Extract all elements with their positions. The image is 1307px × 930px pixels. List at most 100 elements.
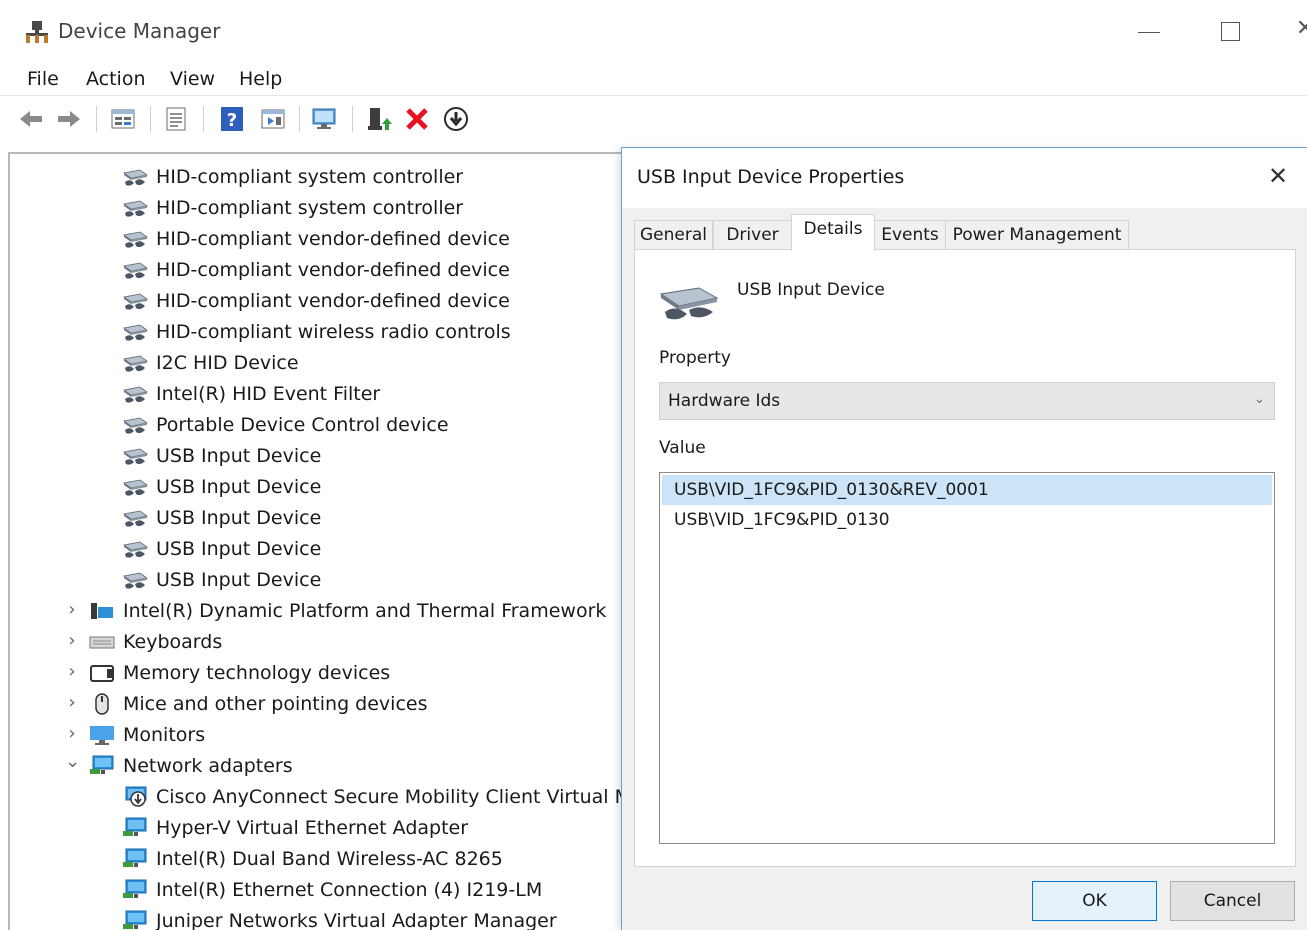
- tree-item-label: HID-compliant system controller: [156, 196, 464, 219]
- tab-events[interactable]: Events: [874, 220, 946, 250]
- network-download-icon: [122, 785, 156, 809]
- close-window-button[interactable]: ✕: [1296, 16, 1307, 41]
- chevron-right-icon[interactable]: ›: [65, 663, 79, 681]
- tree-item[interactable]: Juniper Networks Virtual Adapter Manager: [122, 905, 557, 930]
- tree-item-label: Memory technology devices: [123, 661, 391, 684]
- tree-item[interactable]: USB Input Device: [122, 564, 321, 595]
- chevron-right-icon[interactable]: ›: [65, 601, 79, 619]
- tree-item-label: USB Input Device: [156, 568, 322, 591]
- tree-item[interactable]: Portable Device Control device: [122, 409, 449, 440]
- minimize-button[interactable]: [1138, 32, 1160, 33]
- chevron-right-icon[interactable]: ›: [65, 725, 79, 743]
- tree-item[interactable]: USB Input Device: [122, 440, 321, 471]
- value-list[interactable]: USB\VID_1FC9&PID_0130&REV_0001 USB\VID_1…: [659, 472, 1275, 844]
- tree-item[interactable]: I2C HID Device: [122, 347, 299, 378]
- hid-icon: [122, 568, 156, 592]
- properties-dialog: USB Input Device Properties ✕ General Dr…: [621, 147, 1307, 930]
- tree-item[interactable]: Cisco AnyConnect Secure Mobility Client …: [122, 781, 628, 812]
- chevron-right-icon[interactable]: ›: [65, 694, 79, 712]
- tab-driver[interactable]: Driver: [713, 220, 792, 250]
- hid-icon: [122, 258, 156, 282]
- tree-item[interactable]: USB Input Device: [122, 471, 321, 502]
- folder-icon: [89, 599, 123, 623]
- menu-action[interactable]: Action: [86, 68, 146, 90]
- dialog-title-bar: USB Input Device Properties ✕: [622, 148, 1307, 208]
- tree-item[interactable]: Hyper-V Virtual Ethernet Adapter: [122, 812, 468, 843]
- tree-item-label: Juniper Networks Virtual Adapter Manager: [156, 909, 557, 930]
- window-title: Device Manager: [58, 19, 221, 43]
- tree-item-label: HID-compliant vendor-defined device: [156, 258, 510, 281]
- tree-item[interactable]: Monitors: [89, 719, 205, 750]
- back-icon[interactable]: [18, 106, 44, 132]
- value-list-item[interactable]: USB\VID_1FC9&PID_0130&REV_0001: [662, 475, 1272, 505]
- maximize-button[interactable]: [1221, 22, 1240, 41]
- tree-item[interactable]: Mice and other pointing devices: [89, 688, 427, 719]
- tree-item[interactable]: HID-compliant system controller: [122, 161, 463, 192]
- chevron-right-icon[interactable]: ›: [65, 632, 79, 650]
- dialog-close-button[interactable]: ✕: [1268, 162, 1288, 190]
- value-list-item[interactable]: USB\VID_1FC9&PID_0130: [662, 505, 1272, 535]
- network-icon: [89, 754, 123, 778]
- tree-item[interactable]: USB Input Device: [122, 533, 321, 564]
- uninstall-icon[interactable]: [404, 106, 430, 132]
- download-icon[interactable]: [443, 106, 469, 132]
- dialog-title: USB Input Device Properties: [637, 166, 905, 188]
- update-driver-icon[interactable]: [366, 106, 392, 132]
- network-icon: [122, 816, 156, 840]
- menu-file[interactable]: File: [27, 68, 59, 90]
- tab-details[interactable]: Details: [791, 214, 875, 251]
- device-tree[interactable]: HID-compliant system controller HID-compl…: [8, 152, 628, 930]
- tree-item[interactable]: Intel(R) Dynamic Platform and Thermal Fr…: [89, 595, 606, 626]
- monitor-icon[interactable]: [311, 106, 337, 132]
- toolbar-separator: [352, 106, 353, 132]
- value-label: Value: [659, 438, 706, 458]
- hid-icon: [122, 289, 156, 313]
- tree-item[interactable]: Intel(R) Ethernet Connection (4) I219-LM: [122, 874, 542, 905]
- hid-icon: [122, 165, 156, 189]
- cancel-button[interactable]: Cancel: [1170, 881, 1295, 921]
- help-icon[interactable]: ?: [219, 106, 245, 132]
- toolbar-separator: [150, 106, 151, 132]
- tree-item[interactable]: HID-compliant wireless radio controls: [122, 316, 511, 347]
- toolbar: ?: [0, 96, 1307, 142]
- tree-item[interactable]: Memory technology devices: [89, 657, 390, 688]
- keyboard-icon: [89, 630, 123, 654]
- network-icon: [122, 909, 156, 930]
- menu-help[interactable]: Help: [239, 68, 282, 90]
- network-icon: [122, 878, 156, 902]
- tree-item[interactable]: Intel(R) Dual Band Wireless-AC 8265: [122, 843, 503, 874]
- tab-power-management[interactable]: Power Management: [945, 220, 1129, 250]
- tree-item-label: Cisco AnyConnect Secure Mobility Client …: [156, 785, 628, 808]
- ok-button[interactable]: OK: [1032, 881, 1157, 921]
- hid-icon: [122, 351, 156, 375]
- hid-icon: [122, 444, 156, 468]
- tree-item-label: Intel(R) Ethernet Connection (4) I219-LM: [156, 878, 543, 901]
- tree-item-label: USB Input Device: [156, 506, 322, 529]
- tree-item[interactable]: HID-compliant vendor-defined device: [122, 254, 510, 285]
- view-icon[interactable]: [260, 106, 286, 132]
- forward-icon[interactable]: [56, 106, 82, 132]
- tree-item-label: Network adapters: [123, 754, 293, 777]
- tree-item-label: USB Input Device: [156, 475, 322, 498]
- tree-item[interactable]: Intel(R) HID Event Filter: [122, 378, 380, 409]
- properties-grid-icon[interactable]: [110, 106, 136, 132]
- tree-item[interactable]: USB Input Device: [122, 502, 321, 533]
- tree-item[interactable]: HID-compliant system controller: [122, 192, 463, 223]
- device-name: USB Input Device: [737, 280, 885, 300]
- tree-item-label: Keyboards: [123, 630, 223, 653]
- tree-item[interactable]: HID-compliant vendor-defined device: [122, 223, 510, 254]
- tree-item[interactable]: Network adapters: [89, 750, 293, 781]
- hid-icon: [122, 506, 156, 530]
- menu-view[interactable]: View: [170, 68, 215, 90]
- tree-item[interactable]: HID-compliant vendor-defined device: [122, 285, 510, 316]
- chevron-down-icon[interactable]: ⌄: [65, 753, 80, 771]
- svg-text:?: ?: [227, 110, 237, 131]
- monitor-icon: [89, 723, 123, 747]
- tab-general[interactable]: General: [634, 220, 713, 250]
- list-icon[interactable]: [163, 106, 189, 132]
- toolbar-separator: [96, 106, 97, 132]
- tree-item[interactable]: Keyboards: [89, 626, 222, 657]
- tree-item-label: Portable Device Control device: [156, 413, 449, 436]
- property-dropdown[interactable]: Hardware Ids ⌄: [659, 382, 1275, 420]
- tree-item-label: HID-compliant wireless radio controls: [156, 320, 511, 343]
